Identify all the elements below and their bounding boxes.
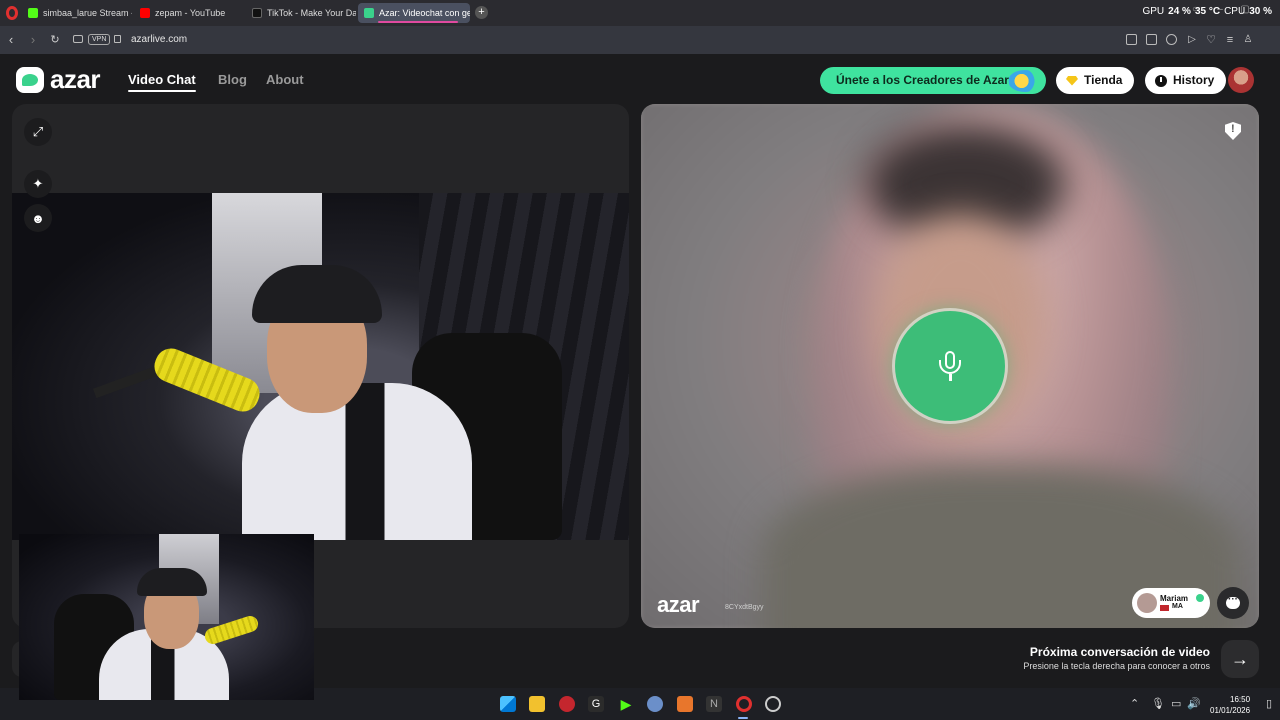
clock-icon (1155, 74, 1167, 87)
back-arrow-icon[interactable]: ‹ (3, 32, 19, 48)
gpu-value: 24 % (1168, 6, 1191, 17)
partner-video-panel: azar 8CYxdtBgyy Mariam MA (641, 104, 1259, 628)
nav-blog[interactable]: Blog (218, 72, 247, 87)
tab-label: zepam - YouTube (155, 8, 226, 18)
menu-icon[interactable]: ≡ (1222, 32, 1238, 48)
browser-tab-strip: simbaa_larue Stream - Wa zepam - YouTube… (0, 0, 1280, 26)
browser-tab-youtube[interactable]: zepam - YouTube (134, 3, 244, 23)
opera-gx-icon[interactable] (559, 696, 575, 712)
azar-favicon-icon (364, 8, 374, 18)
vpn-badge[interactable]: VPN (88, 34, 111, 45)
tiktok-favicon-icon (252, 8, 262, 18)
app-n-icon[interactable]: N (706, 696, 722, 712)
kick-favicon-icon (28, 8, 38, 18)
active-app-indicator (738, 717, 748, 719)
pip-person-cap (137, 568, 207, 596)
country-flag-icon (1160, 605, 1169, 611)
history-button[interactable]: History (1145, 67, 1227, 94)
opera-logo-icon[interactable] (6, 6, 18, 20)
tray-expand-icon[interactable]: ⌃ (1130, 697, 1139, 710)
reload-icon[interactable]: ↻ (47, 32, 63, 48)
verified-badge-icon (1196, 594, 1204, 602)
user-avatar[interactable] (1228, 67, 1254, 93)
youtube-favicon-icon (140, 8, 150, 18)
new-tab-button[interactable]: + (475, 6, 488, 19)
browser-tab-azar[interactable]: Azar: Videochat con gente (358, 3, 470, 23)
play-icon[interactable]: ▷ (1184, 32, 1200, 48)
face-filter-icon[interactable]: ☻ (24, 204, 52, 232)
notifications-icon[interactable]: ▯ (1266, 697, 1272, 710)
microphone-icon (939, 351, 961, 381)
tab-label: simbaa_larue Stream - Wa (43, 8, 132, 18)
opera-taskbar-icon[interactable] (736, 696, 752, 712)
tray-mic-icon[interactable]: 🎙 (1151, 697, 1165, 710)
next-conversation-button[interactable]: → (1221, 640, 1259, 678)
creators-decoration-icon (1008, 70, 1042, 92)
tray-volume-icon[interactable]: 🔊 (1187, 697, 1201, 710)
browser-tab-tiktok[interactable]: TikTok - Make Your Day (246, 3, 356, 23)
cpu-value: 30 % (1249, 6, 1272, 17)
logitech-icon[interactable]: G (588, 696, 604, 712)
nav-about[interactable]: About (266, 72, 304, 87)
azar-logo-text[interactable]: azar (50, 64, 101, 95)
nav-video-chat[interactable]: Video Chat (128, 72, 196, 92)
camera-icon[interactable] (1146, 34, 1157, 45)
partner-country: MA (1172, 603, 1183, 610)
forward-arrow-icon[interactable]: › (25, 32, 41, 48)
partner-name: Mariam (1160, 594, 1189, 603)
address-bar: ‹ › ↻ VPN azarlive.com ▷ ♡ ≡ ♙ (0, 26, 1280, 76)
history-label: History (1173, 73, 1215, 87)
voice-active-indicator[interactable] (895, 311, 1005, 421)
chat-bubble-icon (1226, 594, 1240, 609)
tray-network-icon[interactable]: ▭ (1171, 697, 1181, 710)
site-header: azar Video Chat Blog About Únete a los C… (0, 54, 1280, 104)
next-conversation-title: Próxima conversación de video (1029, 645, 1210, 659)
app-a-icon[interactable] (677, 696, 693, 712)
system-stats: GPU 24 % 35 °C CPU 30 % (1142, 6, 1272, 17)
shield-icon[interactable] (1166, 34, 1177, 45)
azar-watermark-logo: azar (657, 592, 700, 617)
gem-icon (1066, 75, 1078, 86)
play-store-icon[interactable]: ▶ (618, 696, 634, 712)
url-field[interactable]: azarlive.com (131, 34, 187, 45)
camera-person-jacket (242, 383, 472, 540)
shop-label: Tienda (1084, 73, 1123, 87)
expand-icon[interactable]: ⤢ (24, 118, 52, 146)
azar-logo-icon[interactable] (16, 67, 44, 93)
tab-label: TikTok - Make Your Day (267, 8, 356, 18)
lock-icon[interactable] (114, 35, 121, 43)
chat-button[interactable] (1217, 587, 1249, 619)
camera-person-cap (252, 265, 382, 323)
effects-sparkle-icon[interactable]: ✦ (24, 170, 52, 198)
snapshot-icon[interactable] (73, 35, 83, 43)
partner-avatar (1137, 593, 1157, 613)
edit-icon[interactable] (1126, 34, 1137, 45)
clock-time: 16:50 (1230, 695, 1251, 704)
self-camera-feed (12, 193, 629, 540)
cpu-label: CPU (1224, 6, 1246, 17)
next-conversation-hint: Presione la tecla derecha para conocer a… (1023, 661, 1210, 671)
file-explorer-icon[interactable] (529, 696, 545, 712)
gpu-label: GPU (1142, 6, 1165, 17)
profile-icon[interactable]: ♙ (1240, 32, 1256, 48)
shop-button[interactable]: Tienda (1056, 67, 1135, 94)
join-creators-button[interactable]: Únete a los Creadores de Azar (820, 67, 1046, 94)
temperature-value: 35 °C (1194, 6, 1221, 17)
browser-tab-kick[interactable]: simbaa_larue Stream - Wa (22, 3, 132, 23)
streamer-webcam-overlay (19, 534, 314, 700)
clock-date: 01/01/2026 (1210, 706, 1251, 715)
tab-label: Azar: Videochat con gente (379, 8, 470, 18)
app-bubbles-icon[interactable] (765, 696, 781, 712)
watermark-code: 8CYxdtBgyy (725, 604, 764, 611)
join-creators-label: Únete a los Creadores de Azar (836, 73, 1009, 87)
windows-start-icon[interactable] (500, 696, 516, 712)
taskbar-clock[interactable]: 16:50 01/01/2026 (1210, 694, 1250, 716)
partner-profile-chip[interactable]: Mariam MA (1132, 588, 1210, 618)
settings-gear-icon[interactable] (647, 696, 663, 712)
heart-icon[interactable]: ♡ (1203, 32, 1219, 48)
